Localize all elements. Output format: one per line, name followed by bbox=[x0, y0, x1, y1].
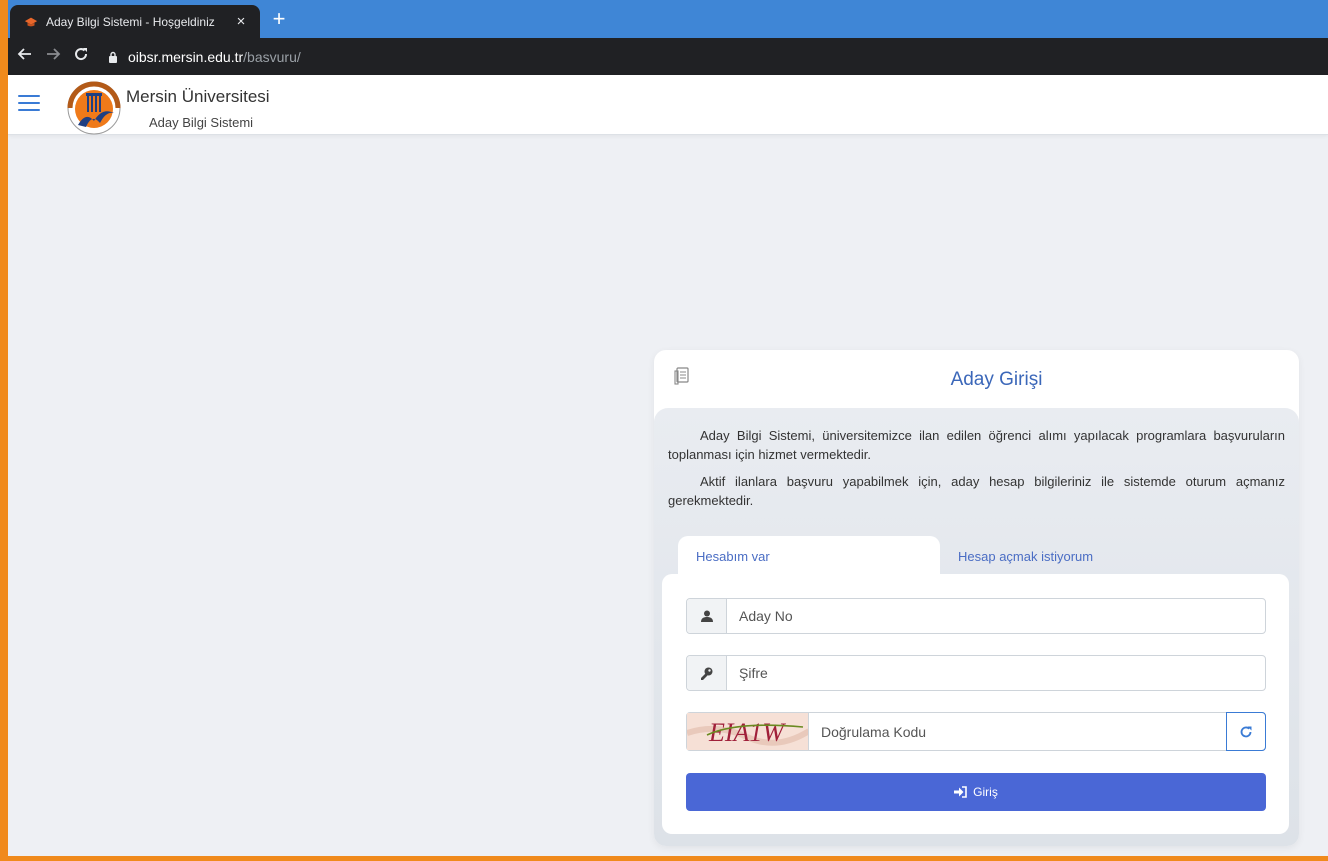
app-header: Mersin Üniversitesi Aday Bilgi Sistemi bbox=[8, 75, 1328, 135]
login-title: Aday Girişi bbox=[950, 369, 1043, 390]
candidate-no-input[interactable] bbox=[727, 599, 1265, 633]
description-paragraph: Aday Bilgi Sistemi, üniversitemizce ilan… bbox=[668, 428, 1285, 462]
login-button[interactable]: Giriş bbox=[686, 773, 1266, 811]
university-logo bbox=[67, 81, 121, 135]
captcha-image: EIA1W bbox=[687, 713, 809, 750]
back-button[interactable] bbox=[14, 46, 36, 67]
refresh-icon bbox=[1240, 726, 1252, 737]
new-tab-button[interactable]: + bbox=[266, 7, 292, 33]
login-button-label: Giriş bbox=[973, 785, 998, 799]
arrow-left-icon bbox=[17, 48, 31, 60]
graduation-cap-icon bbox=[24, 17, 38, 26]
sign-in-icon bbox=[954, 786, 967, 798]
forward-button[interactable] bbox=[42, 46, 64, 67]
card-header: Aday Girişi bbox=[654, 350, 1299, 408]
tab-existing-account[interactable]: Hesabım var bbox=[678, 536, 940, 576]
description-paragraph: Aktif ilanlara başvuru yapabilmek için, … bbox=[668, 474, 1285, 508]
password-input[interactable] bbox=[727, 656, 1265, 690]
address-bar: oibsr.mersin.edu.tr/basvuru/ bbox=[8, 38, 1328, 75]
tab-strip: Aday Bilgi Sistemi - Hoşgeldiniz × + bbox=[8, 0, 1328, 38]
captcha-text: EIA1W bbox=[708, 718, 786, 747]
system-name: Aday Bilgi Sistemi bbox=[149, 115, 254, 130]
captcha-input[interactable] bbox=[809, 713, 1226, 750]
reload-button[interactable] bbox=[70, 46, 92, 67]
browser-window: Aday Bilgi Sistemi - Hoşgeldiniz × + oib… bbox=[8, 0, 1328, 856]
browser-tab[interactable]: Aday Bilgi Sistemi - Hoşgeldiniz × bbox=[10, 5, 260, 38]
university-name: Mersin Üniversitesi bbox=[126, 87, 270, 106]
url-path: /basvuru/ bbox=[243, 48, 301, 65]
user-icon bbox=[687, 599, 727, 633]
menu-icon[interactable] bbox=[18, 95, 40, 113]
key-icon bbox=[687, 656, 727, 690]
login-tabs: Hesabım var Hesap açmak istiyorum bbox=[678, 536, 1111, 576]
password-field bbox=[686, 655, 1266, 691]
arrow-right-icon bbox=[47, 48, 61, 60]
tab-title: Aday Bilgi Sistemi - Hoşgeldiniz bbox=[46, 14, 215, 29]
captcha-field: EIA1W bbox=[686, 712, 1266, 751]
refresh-captcha-button[interactable] bbox=[1226, 712, 1266, 751]
close-tab-icon[interactable]: × bbox=[232, 13, 250, 30]
candidate-no-field bbox=[686, 598, 1266, 634]
url-field[interactable]: oibsr.mersin.edu.tr/basvuru/ bbox=[102, 42, 1328, 72]
lock-icon bbox=[109, 51, 117, 63]
reload-icon bbox=[75, 48, 88, 61]
card-body: Aday Bilgi Sistemi, üniversitemizce ilan… bbox=[654, 408, 1299, 846]
url-host: oibsr.mersin.edu.tr bbox=[128, 48, 244, 65]
tab-create-account[interactable]: Hesap açmak istiyorum bbox=[940, 536, 1111, 576]
login-card: Aday Girişi Aday Bilgi Sistemi, üniversi… bbox=[654, 350, 1299, 846]
login-form: EIA1W Giriş bbox=[662, 574, 1289, 834]
